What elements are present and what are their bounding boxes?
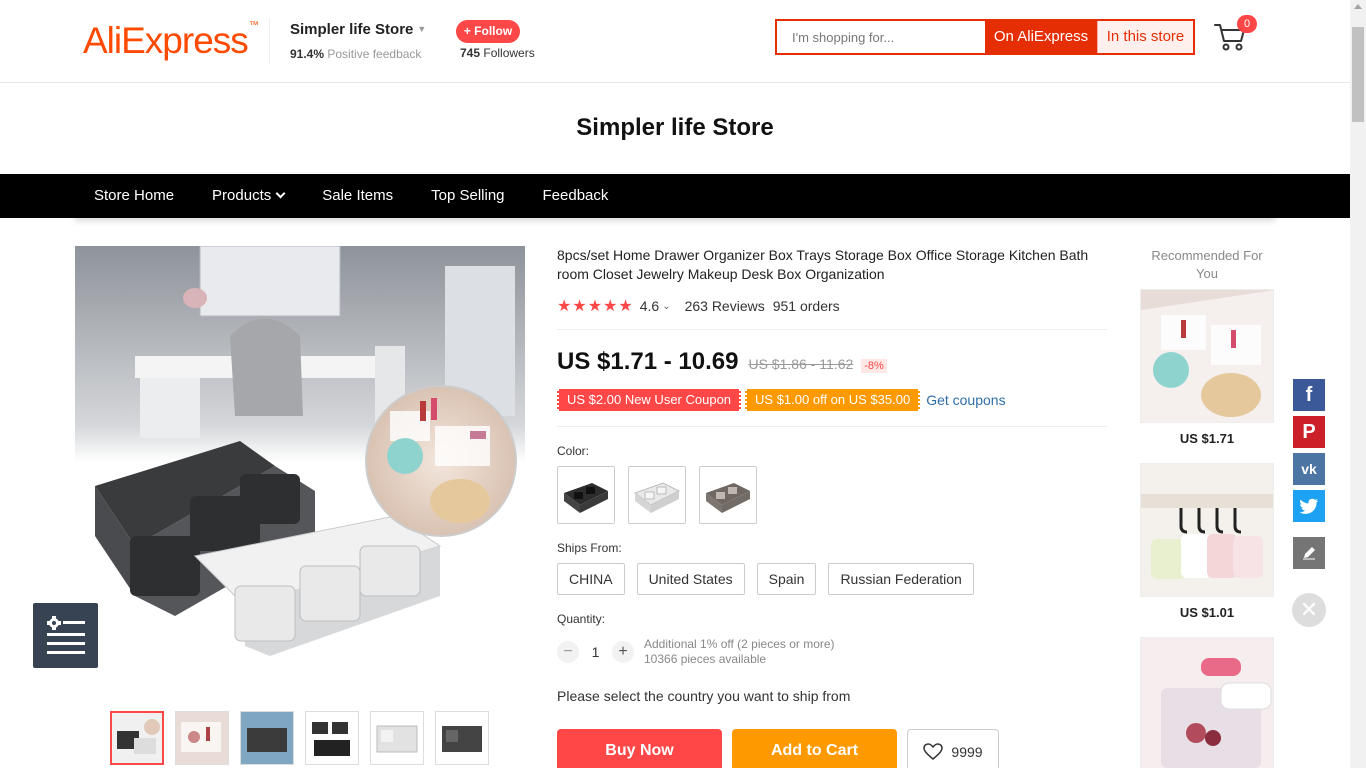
header-divider	[269, 18, 270, 64]
add-to-cart-button[interactable]: Add to Cart	[732, 729, 897, 768]
nav-store-home[interactable]: Store Home	[75, 174, 193, 218]
store-nav-inner: Store Home Products Sale Items Top Selli…	[75, 174, 1275, 218]
coupon-row: US $2.00 New User Coupon US $1.00 off on…	[557, 389, 1006, 411]
chevron-down-icon: ⌄	[662, 300, 671, 312]
discount-badge: -8%	[861, 359, 887, 373]
rating-row: ★★★★★ 4.6 ⌄ 263 Reviews 951 orders	[557, 296, 840, 316]
page: AliExpress™ Simpler life Store ▼ 91.4% Po…	[0, 0, 1366, 768]
thumbnail-3[interactable]	[240, 711, 294, 765]
followers-label: Followers	[483, 46, 535, 60]
recommended-title: Recommended For You	[1151, 248, 1263, 281]
twitter-icon[interactable]	[1293, 490, 1325, 522]
recommended-price-1: US $1.71	[1179, 431, 1235, 446]
logo-text: AliExpress	[83, 20, 249, 61]
search-in-store-button[interactable]: In this store	[1097, 21, 1193, 53]
color-option-white[interactable]	[628, 466, 686, 524]
aliexpress-logo[interactable]: AliExpress™	[83, 20, 259, 62]
feedback-label: Positive feedback	[327, 47, 422, 61]
settings-list-icon[interactable]	[33, 603, 98, 668]
close-icon[interactable]: ✕	[1292, 593, 1326, 627]
color-option-grey[interactable]	[699, 466, 757, 524]
store-banner-title: Simpler life Store	[576, 114, 774, 141]
pencil-icon[interactable]	[1293, 537, 1325, 569]
wishlist-count: 9999	[951, 744, 983, 760]
orders-count: 951 orders	[772, 298, 840, 314]
chevron-down-icon	[275, 188, 286, 199]
quantity-stepper: − 1 +	[557, 641, 634, 663]
scrollbar-thumb[interactable]	[1352, 27, 1364, 122]
divider	[557, 329, 1107, 330]
nav-feedback[interactable]: Feedback	[524, 174, 628, 218]
wishlist-button[interactable]: 9999	[907, 729, 999, 768]
thumbnail-6[interactable]	[435, 711, 489, 765]
bulk-discount-note: Additional 1% off (2 pieces or more)	[644, 637, 835, 651]
divider	[557, 426, 1107, 427]
nav-top-selling[interactable]: Top Selling	[412, 174, 523, 218]
store-name-dropdown[interactable]: Simpler life Store ▼	[290, 21, 426, 38]
rating-stars-icon: ★★★★★	[557, 298, 634, 315]
color-label: Color:	[557, 444, 590, 458]
pinterest-icon[interactable]: P	[1293, 416, 1325, 448]
recommended-price-2: US $1.01	[1179, 605, 1235, 620]
thumbnail-4[interactable]	[305, 711, 359, 765]
quantity-label: Quantity:	[557, 612, 606, 626]
facebook-icon[interactable]: f	[1293, 379, 1325, 411]
nav-products-label: Products	[212, 187, 272, 204]
ship-option-united-states[interactable]: United States	[636, 563, 745, 595]
search-input[interactable]	[777, 21, 985, 53]
stock-available-note: 10366 pieces available	[644, 652, 767, 666]
ship-option-spain[interactable]: Spain	[756, 563, 817, 595]
product-title: 8pcs/set Home Drawer Organizer Box Trays…	[557, 247, 1089, 282]
thumbnail-2[interactable]	[175, 711, 229, 765]
quantity-increase-button[interactable]: +	[612, 641, 634, 663]
reviews-count[interactable]: 263 Reviews	[685, 298, 765, 314]
thumbnail-5[interactable]	[370, 711, 424, 765]
store-feedback: 91.4% Positive feedback	[290, 47, 421, 61]
color-swatches	[557, 466, 757, 524]
new-user-coupon[interactable]: US $2.00 New User Coupon	[557, 389, 742, 411]
buy-now-button[interactable]: Buy Now	[557, 729, 722, 768]
current-price: US $1.71 - 10.69	[557, 348, 739, 375]
followers-count: 745 Followers	[460, 46, 535, 60]
caret-down-icon: ▼	[417, 24, 427, 34]
thumbnail-1[interactable]	[110, 711, 164, 765]
feedback-percent: 91.4%	[290, 47, 325, 61]
rating-value[interactable]: 4.6	[640, 298, 659, 314]
quantity-value[interactable]: 1	[579, 644, 612, 660]
ship-option-china[interactable]: CHINA	[557, 563, 625, 595]
vk-icon[interactable]: vk	[1293, 453, 1325, 485]
ships-from-options: CHINA United States Spain Russian Federa…	[557, 563, 974, 595]
nav-sale-items[interactable]: Sale Items	[303, 174, 412, 218]
search-on-aliexpress-button[interactable]: On AliExpress	[985, 21, 1097, 53]
ship-option-russian-federation[interactable]: Russian Federation	[828, 563, 974, 595]
quantity-notes: Additional 1% off (2 pieces or more) 103…	[644, 637, 835, 667]
nav-products[interactable]: Products	[193, 174, 303, 218]
price-row: US $1.71 - 10.69 US $1.86 - 11.62 -8%	[557, 348, 887, 376]
recommended-item-1[interactable]	[1140, 289, 1274, 423]
color-option-black[interactable]	[557, 466, 615, 524]
scroll-up-arrow-icon[interactable]	[1354, 4, 1362, 9]
followers-number: 745	[460, 46, 481, 60]
main-product-image[interactable]	[75, 246, 525, 696]
page-scrollbar[interactable]	[1350, 0, 1366, 768]
shipping-message: Please select the country you want to sh…	[557, 688, 851, 704]
store-name: Simpler life Store	[290, 21, 414, 38]
top-header: AliExpress™ Simpler life Store ▼ 91.4% Po…	[0, 0, 1350, 83]
original-price: US $1.86 - 11.62	[748, 356, 854, 372]
cart-count-badge: 0	[1237, 15, 1257, 33]
get-coupons-link[interactable]: Get coupons	[926, 392, 1005, 408]
quantity-decrease-button[interactable]: −	[557, 641, 579, 663]
ships-from-label: Ships From:	[557, 541, 622, 555]
heart-icon	[923, 743, 944, 760]
store-coupon[interactable]: US $1.00 off on US $35.00	[745, 389, 921, 411]
recommended-item-2[interactable]	[1140, 463, 1274, 597]
image-thumbnails	[110, 711, 489, 765]
follow-button[interactable]: + Follow	[456, 20, 520, 43]
search-bar: On AliExpress In this store	[775, 19, 1195, 55]
recommended-item-3[interactable]	[1140, 637, 1274, 768]
store-nav: Store Home Products Sale Items Top Selli…	[0, 174, 1350, 218]
